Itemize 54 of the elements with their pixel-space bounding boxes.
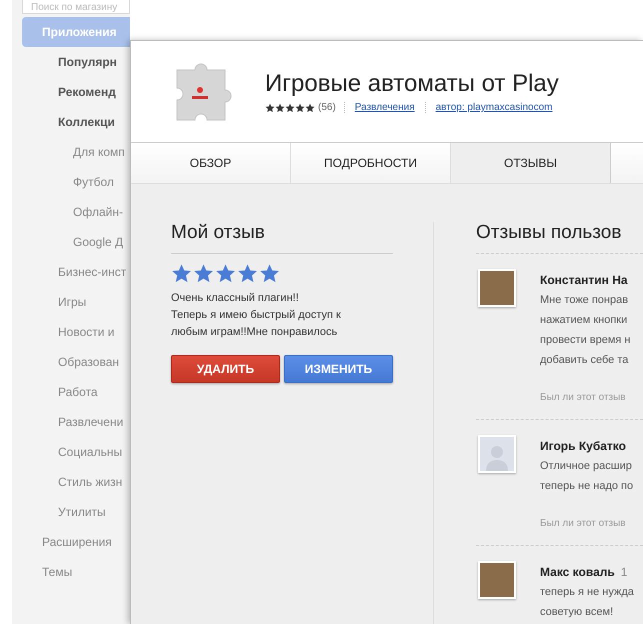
review-text: Мне тоже понрав нажатием кнопки провести время н добавить себе та (540, 293, 630, 368)
category-link[interactable]: Развлечения (344, 102, 426, 113)
sidebar-item[interactable]: Футбол (12, 167, 130, 197)
person-silhouette-icon (486, 443, 508, 471)
delete-button[interactable]: УДАЛИТЬ (171, 355, 280, 383)
sidebar-item[interactable]: Развлечени (12, 407, 130, 437)
star-icon (237, 263, 258, 284)
sidebar-item[interactable]: Новости и (12, 317, 130, 347)
helpful-question: Был ли этот отзыв (540, 518, 627, 529)
reviewer-name: Макс коваль (540, 565, 615, 579)
sidebar-item[interactable]: Игры (12, 287, 130, 317)
section-heading: Мой отзыв (171, 222, 393, 254)
search-field[interactable]: Поиск по магазину (22, 0, 130, 14)
sidebar-item[interactable]: Расширения (12, 527, 130, 557)
author-link[interactable]: автор: playmaxcasinocom (426, 102, 562, 113)
photo-placeholder (478, 269, 516, 307)
star-icon (215, 263, 236, 284)
rating-count: (56) (318, 102, 345, 113)
sidebar-item[interactable]: Бизнес-инст (12, 257, 130, 287)
star-icon (265, 102, 275, 112)
star-icon (275, 102, 285, 112)
section-heading: Отзывы пользов (476, 222, 643, 254)
helpful-question: Был ли этот отзыв (540, 392, 627, 403)
star-icon (171, 263, 192, 284)
review-text: Отличное расшир теперь не надо по (540, 459, 634, 494)
sidebar-item[interactable]: Популярн (12, 47, 130, 77)
review-text: теперь я не нужда советую всем! (540, 585, 634, 620)
star-icon (295, 102, 305, 112)
tab[interactable]: ОБЗОР (131, 143, 291, 183)
sidebar-item[interactable]: Работа (12, 377, 130, 407)
star-icon (305, 102, 315, 112)
photo-placeholder (478, 561, 516, 599)
star-icon (285, 102, 295, 112)
sidebar-item[interactable]: Google Д (12, 227, 130, 257)
sidebar-item[interactable]: Темы (12, 557, 130, 587)
sidebar-item[interactable]: Социальны (12, 437, 130, 467)
edit-button[interactable]: ИЗМЕНИТЬ (284, 355, 393, 383)
review-date: 1 (620, 565, 628, 579)
reviewer-name: Игорь Кубатко (540, 439, 626, 453)
reviewer-name: Константин На (540, 273, 628, 287)
sidebar-item[interactable]: Рекоменд (12, 77, 130, 107)
app-title: Игровые автоматы от Play (265, 70, 560, 98)
sidebar-item[interactable]: Для комп (12, 137, 130, 167)
sidebar-item[interactable]: Утилиты (12, 497, 130, 527)
sidebar-item[interactable]: Образован (12, 347, 130, 377)
sidebar-item[interactable]: Коллекци (12, 107, 130, 137)
sidebar-item[interactable]: Приложения (22, 17, 130, 47)
sidebar-item[interactable]: Стиль жизн (12, 467, 130, 497)
tab[interactable]: ОТЗЫВЫ (451, 143, 611, 183)
puzzle-piece-icon (175, 62, 233, 122)
review-text: Очень классный плагин!! Теперь я имею быстрый доступ к любым играм!!Мне понравилось (171, 291, 342, 340)
star-icon (259, 263, 280, 284)
sidebar-item[interactable]: Офлайн- (12, 197, 130, 227)
star-icon (193, 263, 214, 284)
